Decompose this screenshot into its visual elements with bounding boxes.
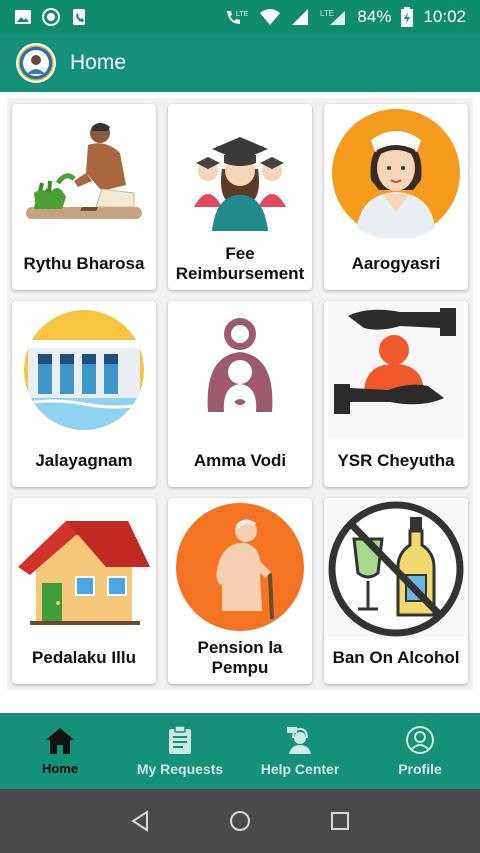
portrait-logo-icon — [18, 44, 54, 81]
status-bar: LTE LTE 84% 10:02 — [0, 0, 480, 33]
clock: 10:02 — [423, 6, 466, 26]
nav-my-requests[interactable]: My Requests — [120, 713, 240, 789]
scheme-card-label: Fee Reimbursement — [175, 244, 305, 283]
no-alcohol-icon — [326, 498, 466, 637]
nurse-icon — [332, 109, 460, 238]
call-notification-icon — [73, 8, 85, 25]
home-system-icon[interactable] — [229, 810, 251, 832]
scheme-card-label: Jalayagnam — [35, 451, 133, 470]
scheme-grid: Rythu Bharosa Fee Reimbursement Aarogyas… — [7, 98, 473, 690]
house-icon — [18, 521, 150, 625]
wifi-icon — [260, 8, 281, 25]
home-icon — [46, 727, 74, 754]
signal-lte-icon: LTE — [320, 9, 346, 25]
farmer-icon — [26, 123, 142, 219]
scheme-card-label: YSR Cheyutha — [337, 451, 455, 470]
scheme-card-fee-reimbursement[interactable]: Fee Reimbursement — [168, 104, 312, 290]
scheme-card-label: Pedalaku Illu — [32, 648, 136, 667]
nav-label: Home — [41, 760, 79, 776]
scheme-card-pedalaku-illu[interactable]: Pedalaku Illu — [12, 498, 156, 684]
nav-label: Profile — [398, 761, 442, 777]
scheme-card-rythu-bharosa[interactable]: Rythu Bharosa — [12, 104, 156, 290]
back-icon[interactable] — [129, 810, 151, 832]
mother-child-icon — [207, 318, 273, 412]
nav-home[interactable]: Home — [0, 713, 120, 789]
nav-label: Help Center — [260, 761, 340, 777]
wifi-call-icon: LTE — [227, 10, 249, 24]
scheme-card-label: Rythu Bharosa — [23, 254, 145, 273]
dam-icon — [24, 310, 144, 430]
nav-help-center[interactable]: Help Center — [240, 713, 360, 789]
scheme-card-label: Ban On Alcohol — [332, 648, 460, 667]
scheme-card-pension-la-pempu[interactable]: Pension la Pempu — [168, 498, 312, 684]
scheme-card-aarogyasri[interactable]: Aarogyasri — [324, 104, 468, 290]
svg-text:LTE: LTE — [320, 9, 334, 18]
scheme-card-amma-vodi[interactable]: Amma Vodi — [168, 301, 312, 487]
battery-percentage: 84% — [357, 6, 392, 26]
profile-icon — [406, 726, 434, 754]
graduates-icon — [186, 123, 294, 231]
scheme-card-label: Pension la Pempu — [197, 638, 283, 677]
scheme-card-label: Aarogyasri — [351, 254, 441, 273]
support-agent-icon — [287, 727, 311, 754]
nav-label: My Requests — [136, 761, 224, 777]
app-notification-icon — [42, 7, 60, 26]
scheme-card-jalayagnam[interactable]: Jalayagnam — [12, 301, 156, 487]
elderly-person-icon — [176, 503, 304, 631]
scheme-card-ban-on-alcohol[interactable]: Ban On Alcohol — [324, 498, 468, 684]
page-title: Home — [70, 50, 127, 74]
nav-profile[interactable]: Profile — [360, 713, 480, 789]
bottom-navigation: Home My Requests Help Center Profile — [0, 713, 480, 789]
recents-icon[interactable] — [329, 810, 351, 832]
signal-icon — [292, 8, 309, 25]
clipboard-icon — [169, 725, 191, 754]
svg-text:LTE: LTE — [236, 11, 249, 18]
app-bar: Home — [0, 33, 480, 92]
scheme-card-ysr-cheyutha[interactable]: YSR Cheyutha — [324, 301, 468, 487]
helping-hands-icon — [328, 302, 464, 438]
system-navigation-bar — [0, 789, 480, 853]
app-logo[interactable] — [16, 42, 56, 83]
scheme-card-label: Amma Vodi — [193, 451, 287, 470]
gallery-notification-icon — [15, 9, 31, 24]
battery-charging-icon — [401, 6, 414, 27]
